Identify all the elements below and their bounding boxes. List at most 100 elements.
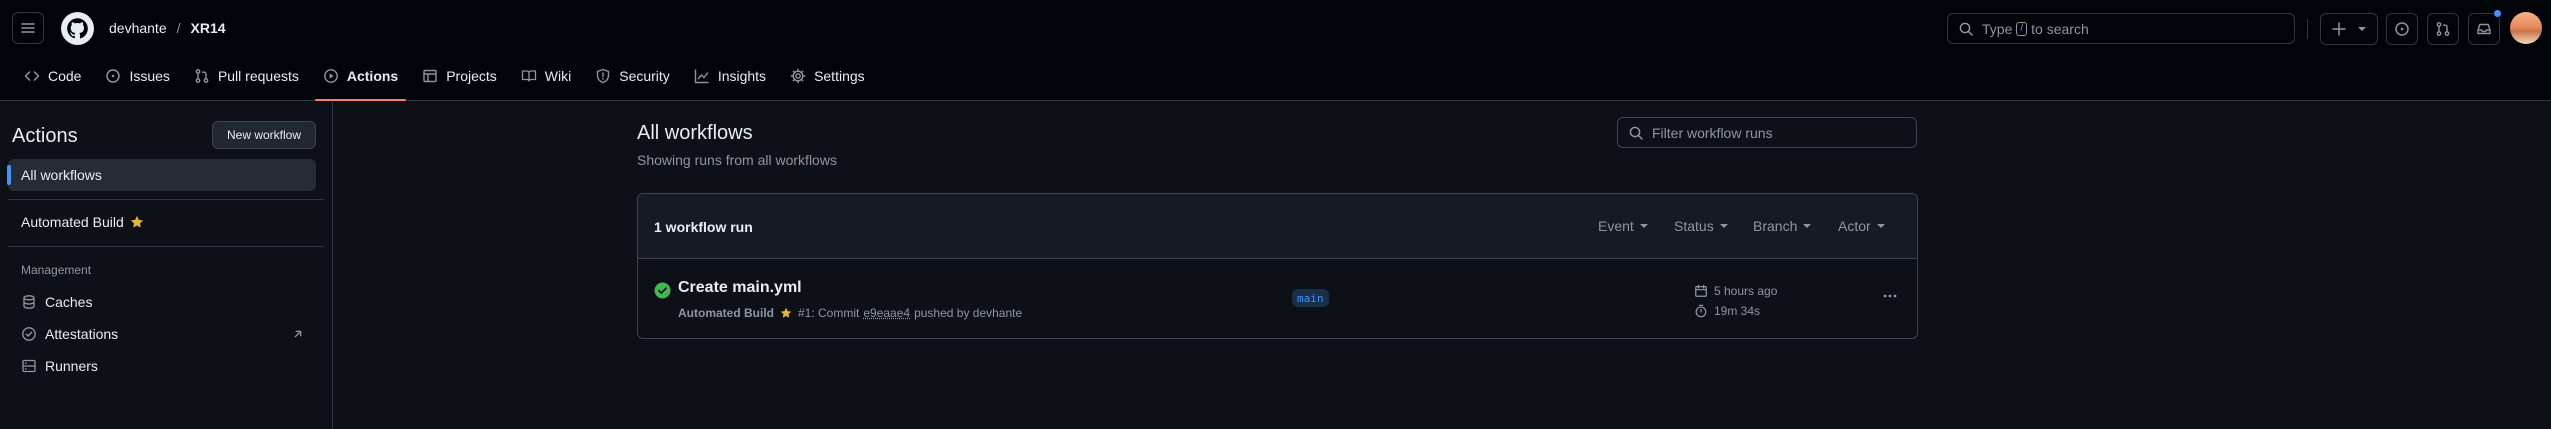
filter-runs-input[interactable]: Filter workflow runs xyxy=(1617,117,1917,148)
run-time-ago: 5 hours ago xyxy=(1694,284,1777,298)
table-icon xyxy=(423,69,437,83)
repo-tabs: Code Issues Pull requests Actions Projec… xyxy=(16,64,881,101)
header-divider xyxy=(2307,19,2308,39)
sidebar-item-all-workflows[interactable]: All workflows xyxy=(7,159,316,191)
sidebar-title: Actions xyxy=(12,125,78,147)
book-icon xyxy=(521,70,536,82)
sidebar-item-label: Caches xyxy=(45,294,93,310)
tab-label: Actions xyxy=(346,68,399,84)
page-subtitle: Showing runs from all workflows xyxy=(637,152,837,168)
pull-requests-button[interactable] xyxy=(2427,13,2459,45)
issue-opened-icon xyxy=(106,69,121,83)
gear-icon xyxy=(790,68,806,84)
triangle-down-icon xyxy=(1876,224,1885,228)
runs-box-header: 1 workflow run Event Status Branch Actor xyxy=(638,194,1917,259)
tab-label: Projects xyxy=(446,68,497,84)
sidebar-item-automated-build[interactable]: Automated Build xyxy=(8,206,316,238)
check-circle-fill-icon xyxy=(654,282,671,299)
search-icon xyxy=(1629,126,1643,140)
tab-projects[interactable]: Projects xyxy=(414,64,505,88)
triangle-down-icon xyxy=(2358,27,2366,31)
search-input[interactable]: Type / to search xyxy=(1947,13,2295,44)
search-placeholder-post: to search xyxy=(2031,20,2089,37)
tab-settings[interactable]: Settings xyxy=(782,64,873,88)
tab-issues[interactable]: Issues xyxy=(97,64,177,88)
menu-button[interactable] xyxy=(12,12,44,44)
notification-indicator xyxy=(2493,9,2502,18)
graph-icon xyxy=(694,69,709,84)
tab-actions[interactable]: Actions xyxy=(314,64,407,101)
run-menu-button[interactable] xyxy=(1878,284,1902,308)
run-title-link[interactable]: Create main.yml xyxy=(678,279,802,297)
sidebar-item-label: Runners xyxy=(45,358,98,374)
event-filter-dropdown[interactable]: Event xyxy=(1598,218,1648,234)
git-pull-request-icon xyxy=(2436,22,2450,36)
tab-label: Insights xyxy=(717,68,767,84)
hamburger-icon xyxy=(21,23,35,33)
actions-sidebar: Actions New workflow All workflows Autom… xyxy=(0,101,333,429)
inbox-icon xyxy=(2477,23,2491,35)
search-shortcut-key: / xyxy=(2016,21,2028,36)
avatar[interactable] xyxy=(2510,12,2542,44)
run-count: 1 workflow run xyxy=(654,219,753,235)
tab-wiki[interactable]: Wiki xyxy=(513,64,579,88)
app-header: devhante / XR14 Type / to search Code Is… xyxy=(0,0,2551,101)
search-placeholder-pre: Type xyxy=(1982,20,2013,37)
shield-icon xyxy=(597,68,610,84)
tab-code[interactable]: Code xyxy=(16,64,89,88)
tab-label: Settings xyxy=(814,68,865,84)
triangle-down-icon xyxy=(1639,224,1648,228)
status-filter-dropdown[interactable]: Status xyxy=(1674,218,1728,234)
tab-label: Issues xyxy=(129,68,170,84)
arrow-up-right-icon xyxy=(294,330,302,338)
search-icon xyxy=(1959,22,1973,36)
tab-label: Security xyxy=(619,68,670,84)
time-ago-text: 5 hours ago xyxy=(1714,284,1778,298)
calendar-icon xyxy=(1695,284,1707,297)
sidebar-item-attestations[interactable]: Attestations xyxy=(8,318,316,350)
code-icon xyxy=(24,71,40,81)
dropdown-label: Event xyxy=(1598,218,1634,234)
dropdown-label: Actor xyxy=(1838,218,1871,234)
commit-sha-link[interactable]: e9eaae4 xyxy=(863,306,910,320)
breadcrumb-separator: / xyxy=(176,20,181,36)
management-heading: Management xyxy=(21,263,92,277)
triangle-down-icon xyxy=(1803,224,1812,228)
sidebar-divider xyxy=(8,246,324,247)
run-workflow-name: Automated Build xyxy=(678,306,774,320)
sidebar-item-caches[interactable]: Caches xyxy=(8,286,316,318)
sidebar-item-label: Attestations xyxy=(45,326,119,342)
create-new-button[interactable] xyxy=(2320,13,2378,45)
github-logo-icon[interactable] xyxy=(61,12,94,45)
filter-placeholder: Filter workflow runs xyxy=(1652,124,1773,141)
issues-button[interactable] xyxy=(2386,13,2418,45)
server-icon xyxy=(22,359,36,373)
branch-label[interactable]: main xyxy=(1292,289,1329,307)
run-meta-post: pushed by devhante xyxy=(914,306,1023,320)
star-fill-icon xyxy=(130,215,143,228)
verified-icon xyxy=(22,327,36,341)
tab-pull-requests[interactable]: Pull requests xyxy=(186,64,307,88)
repo-link[interactable]: XR14 xyxy=(191,20,226,36)
breadcrumb: devhante / XR14 xyxy=(109,18,226,38)
kebab-horizontal-icon xyxy=(1883,294,1897,298)
owner-link[interactable]: devhante xyxy=(109,20,167,36)
duration-text: 19m 34s xyxy=(1714,304,1761,318)
run-meta: Automated Build #1: Commit e9eaae4 pushe… xyxy=(678,306,1022,320)
tab-security[interactable]: Security xyxy=(587,64,678,88)
branch-filter-dropdown[interactable]: Branch xyxy=(1753,218,1812,234)
triangle-down-icon xyxy=(1719,224,1728,228)
page-title: All workflows xyxy=(637,122,753,144)
sidebar-item-runners[interactable]: Runners xyxy=(8,350,316,382)
dropdown-label: Branch xyxy=(1753,218,1798,234)
tab-insights[interactable]: Insights xyxy=(686,64,774,88)
sidebar-item-label: Automated Build xyxy=(21,214,124,230)
new-workflow-button[interactable]: New workflow xyxy=(212,121,316,149)
tab-label: Pull requests xyxy=(217,68,299,84)
actor-filter-dropdown[interactable]: Actor xyxy=(1838,218,1885,234)
star-fill-icon xyxy=(780,307,792,318)
sidebar-divider xyxy=(8,199,324,200)
run-duration: 19m 34s xyxy=(1694,304,1760,318)
run-meta-pre: #1: Commit xyxy=(798,306,860,320)
sidebar-item-label: All workflows xyxy=(21,167,102,183)
